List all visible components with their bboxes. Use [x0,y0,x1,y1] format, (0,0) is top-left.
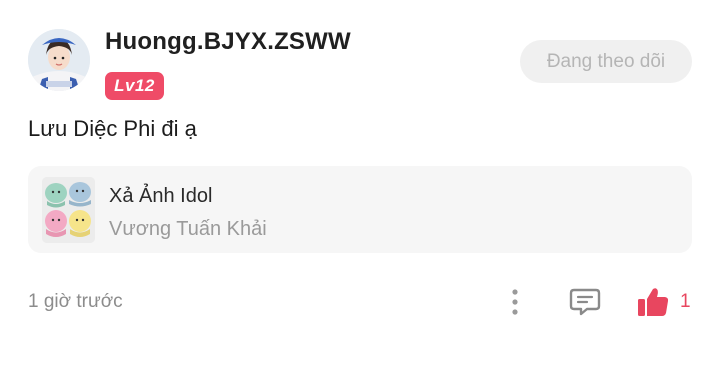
author-username[interactable]: Huongg.BJYX.ZSWW [105,28,351,56]
album-title: Xả Ảnh Idol [109,185,213,207]
album-artist: Vương Tuấn Khải [109,218,267,240]
post-timestamp: 1 giờ trước [28,291,123,312]
following-button[interactable]: Đang theo dõi [520,40,692,83]
album-thumbnail [42,177,95,243]
comment-icon[interactable] [569,287,601,317]
more-vertical-icon[interactable] [505,288,525,316]
like-count: 1 [680,291,691,312]
author-avatar[interactable] [28,29,90,91]
level-badge: Lv12 [105,72,164,100]
linked-album-card[interactable]: Xả Ảnh Idol Vương Tuấn Khải [28,166,692,253]
like-button[interactable]: 1 [636,285,691,319]
post-text: Lưu Diệc Phi đi ạ [28,116,197,141]
thumbs-up-icon [638,288,669,316]
avatar-image [28,29,90,91]
